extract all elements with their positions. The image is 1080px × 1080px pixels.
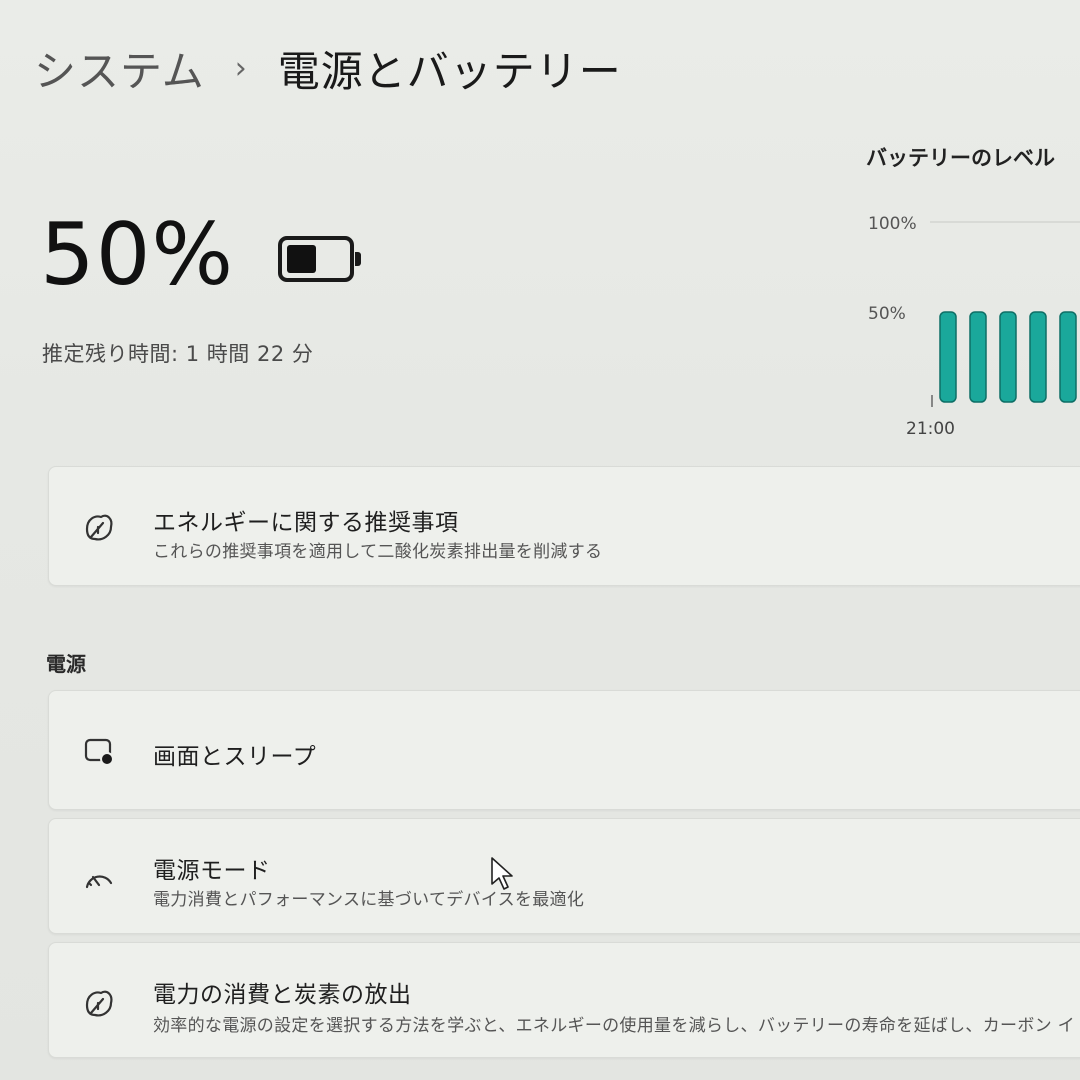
power-mode-card[interactable]: 電源モード 電力消費とパフォーマンスに基づいてデバイスを最適化 (48, 818, 1080, 934)
battery-level-bar (999, 311, 1017, 403)
settings-page: システム › 電源とバッテリー 50% 推定残り時間: 1 時間 22 分 バッ… (0, 0, 1080, 1080)
battery-level-bar (1059, 311, 1077, 403)
battery-percentage: 50% (40, 205, 235, 305)
y-tick-label: 50% (868, 304, 906, 324)
energy-recommendations-title: エネルギーに関する推奨事項 (153, 510, 459, 536)
gauge-icon (79, 859, 119, 899)
leaf-icon (79, 983, 119, 1023)
energy-recommendations-description: これらの推奨事項を適用して二酸化炭素排出量を削減する (153, 542, 603, 562)
power-consumption-description: 効率的な電源の設定を選択する方法を学ぶと、エネルギーの使用量を減らし、バッテリー… (153, 1016, 1075, 1036)
power-mode-title: 電源モード (153, 858, 271, 884)
breadcrumb: システム › 電源とバッテリー (34, 38, 622, 99)
battery-icon (278, 236, 361, 282)
power-consumption-title: 電力の消費と炭素の放出 (153, 982, 412, 1008)
battery-fill (287, 245, 316, 273)
battery-level-bar (969, 311, 987, 403)
energy-recommendations-card[interactable]: エネルギーに関する推奨事項 これらの推奨事項を適用して二酸化炭素排出量を削減する (48, 466, 1080, 586)
battery-level-bar (939, 311, 957, 403)
chart-title: バッテリーのレベル (866, 146, 1055, 170)
power-consumption-card[interactable]: 電力の消費と炭素の放出 効率的な電源の設定を選択する方法を学ぶと、エネルギーの使… (48, 942, 1080, 1058)
power-mode-description: 電力消費とパフォーマンスに基づいてデバイスを最適化 (153, 890, 585, 910)
screen-sleep-card[interactable]: 画面とスリープ (48, 690, 1080, 810)
screen-sleep-icon (79, 731, 119, 771)
mouse-cursor-icon (491, 857, 513, 890)
battery-tip (355, 252, 361, 266)
breadcrumb-system-link[interactable]: システム (34, 38, 205, 99)
power-section-label: 電源 (46, 652, 86, 676)
breadcrumb-separator: › (234, 51, 248, 86)
leaf-icon (79, 507, 119, 547)
screen-sleep-title: 画面とスリープ (153, 744, 317, 770)
page-title: 電源とバッテリー (277, 47, 622, 96)
battery-level-bar (1029, 311, 1047, 403)
remaining-time: 推定残り時間: 1 時間 22 分 (42, 342, 314, 366)
battery-level-chart: 100% 50% 21:00 (868, 214, 1080, 439)
y-tick-label: 100% (868, 214, 917, 234)
x-tick-label: 21:00 (906, 419, 955, 439)
